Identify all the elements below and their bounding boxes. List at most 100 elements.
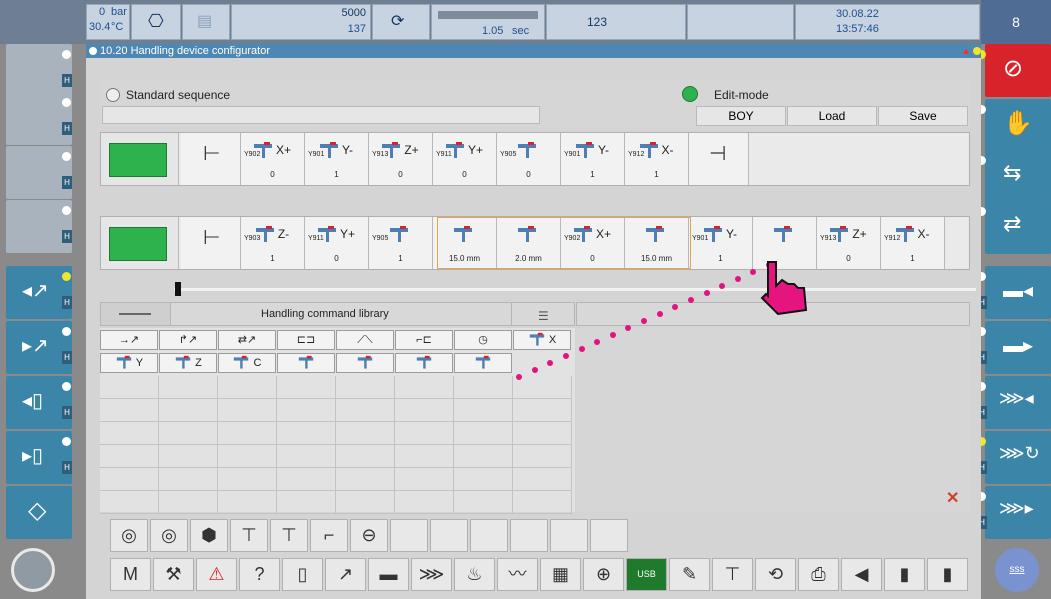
library-command-cell[interactable]: ◷ <box>454 330 512 350</box>
screw-rotate-button[interactable]: H ⋙↻ <box>977 431 1051 484</box>
sequence-step[interactable]: Y+ Y911 0 <box>305 217 369 269</box>
library-command-cell[interactable]: Z <box>159 353 217 373</box>
sequence-scrollbar[interactable] <box>174 288 976 291</box>
sequence-step[interactable]: 15.0 mm <box>433 217 497 269</box>
library-command-cell[interactable] <box>277 353 335 373</box>
sss-button[interactable]: sss <box>995 548 1039 592</box>
sequence-start-cell[interactable]: ⊢ <box>181 133 241 185</box>
sequence-end-cell[interactable]: ⊣ <box>689 133 749 185</box>
usb-button[interactable]: USB <box>626 558 667 591</box>
sequence-step[interactable]: X+ Y902 0 <box>241 133 305 185</box>
library-command-cell[interactable] <box>336 353 394 373</box>
gripper-b-retract-button[interactable]: H <box>6 146 72 199</box>
sequence-step[interactable]: Y+ Y911 0 <box>433 133 497 185</box>
device-a-tile[interactable] <box>101 133 179 185</box>
h-button[interactable]: H <box>62 230 72 243</box>
handling-icon[interactable]: ⊤ <box>712 558 753 591</box>
h-button[interactable]: H <box>62 74 72 87</box>
h-button[interactable]: H <box>62 461 72 474</box>
sequence-step[interactable]: Y- Y901 1 <box>305 133 369 185</box>
gripper-b-extend-button[interactable]: H <box>6 200 72 253</box>
function-toolbar-button[interactable]: ⊖ <box>350 519 388 552</box>
back-icon[interactable]: ◀ <box>841 558 882 591</box>
core-pull-forward-button[interactable]: H ▸▯ <box>6 431 72 484</box>
quality-icon[interactable]: ⊕ <box>583 558 624 591</box>
save-button[interactable]: Save <box>878 106 968 126</box>
semi-auto-button[interactable]: ⇆ <box>977 150 1051 203</box>
library-menu-button[interactable]: ☰ <box>511 303 575 325</box>
graph-icon[interactable]: 〰 <box>497 558 538 591</box>
screw-forward-button[interactable]: H ⋙▸ <box>977 486 1051 539</box>
print-icon[interactable]: ⎙ <box>798 558 839 591</box>
function-toolbar-button[interactable]: ⌐ <box>310 519 348 552</box>
core-icon[interactable]: ▯ <box>282 558 323 591</box>
library-command-cell[interactable]: ⟋⟍ <box>336 330 394 350</box>
nozzle-forward-button[interactable]: H ▬▸ <box>977 321 1051 374</box>
auto-mode-button[interactable]: ⇄ <box>977 201 1051 254</box>
sequence-step[interactable]: X- Y912 1 <box>625 133 689 185</box>
right-page-icon[interactable]: ▮ <box>927 558 968 591</box>
function-toolbar-button[interactable]: ◎ <box>150 519 188 552</box>
function-toolbar-button[interactable] <box>510 519 548 552</box>
function-toolbar-button[interactable]: ⊤ <box>270 519 308 552</box>
sequence-step[interactable]: Y905 0 <box>497 133 561 185</box>
sequence-step[interactable]: Y905 1 <box>369 217 433 269</box>
ejector-icon[interactable]: ↗ <box>325 558 366 591</box>
h-button[interactable]: H <box>62 406 72 419</box>
cycle-icon[interactable]: ⟲ <box>755 558 796 591</box>
function-toolbar-button[interactable]: ◎ <box>110 519 148 552</box>
library-command-cell[interactable]: ⇄↗ <box>218 330 276 350</box>
screw-icon[interactable]: ⋙ <box>411 558 452 591</box>
function-toolbar-button[interactable] <box>590 519 628 552</box>
manual-mode-button[interactable]: ✋ <box>977 99 1051 152</box>
library-collapse-button[interactable] <box>101 303 171 325</box>
machine-menu-button[interactable]: M <box>110 558 151 591</box>
temperature-icon[interactable]: ♨ <box>454 558 495 591</box>
library-command-cell[interactable]: ↱↗ <box>159 330 217 350</box>
sequence-step[interactable]: X+ Y902 0 <box>561 217 625 269</box>
h-button[interactable]: H <box>62 122 72 135</box>
left-page-icon[interactable]: ▮ <box>884 558 925 591</box>
ejector-forward-button[interactable]: H ▸↗ <box>6 321 72 374</box>
function-toolbar-button[interactable] <box>550 519 588 552</box>
sequence-step[interactable]: Z+ Y913 0 <box>817 217 881 269</box>
tool-icon-cell[interactable]: ▤ <box>182 4 230 40</box>
sequence-name-input[interactable] <box>102 106 540 124</box>
h-button[interactable]: H <box>62 176 72 189</box>
help-button[interactable]: ? <box>239 558 280 591</box>
sequence-step[interactable]: Z+ Y913 0 <box>369 133 433 185</box>
core-pull-back-button[interactable]: H ◂▯ <box>6 376 72 429</box>
home-position-button[interactable]: ◇ <box>6 486 72 539</box>
production-icon[interactable]: ▦ <box>540 558 581 591</box>
h-button[interactable]: H <box>62 296 72 309</box>
sequence-start-cell[interactable]: ⊢ <box>181 217 241 269</box>
close-icon[interactable]: ✕ <box>946 488 959 508</box>
screw-back-button[interactable]: H ⋙◂ <box>977 376 1051 429</box>
function-toolbar-button[interactable]: ⊤ <box>230 519 268 552</box>
library-command-cell[interactable]: ⊏⊐ <box>277 330 335 350</box>
nozzle-back-button[interactable]: H ▬◂ <box>977 266 1051 319</box>
boy-button[interactable]: BOY <box>696 106 786 126</box>
library-command-cell[interactable]: X <box>513 330 571 350</box>
edit-icon[interactable]: ✎ <box>669 558 710 591</box>
sequence-step[interactable]: 2.0 mm <box>497 217 561 269</box>
gripper-a-retract-button[interactable]: H <box>6 44 72 97</box>
nozzle-icon[interactable]: ▬ <box>368 558 409 591</box>
alarm-icon[interactable]: ⚠ <box>196 558 237 591</box>
library-command-cell[interactable]: Y <box>100 353 158 373</box>
ejector-back-button[interactable]: H ◂↗ <box>6 266 72 319</box>
gripper-a-extend-button[interactable]: H <box>6 92 72 145</box>
sequence-step[interactable]: 15.0 mm <box>625 217 689 269</box>
device-b-tile[interactable] <box>101 217 179 269</box>
library-command-cell[interactable]: →↗ <box>100 330 158 350</box>
function-toolbar-button[interactable] <box>430 519 468 552</box>
function-toolbar-button[interactable] <box>390 519 428 552</box>
load-button[interactable]: Load <box>787 106 877 126</box>
function-toolbar-button[interactable] <box>470 519 508 552</box>
settings-gear-icon[interactable] <box>11 548 55 592</box>
sequence-step[interactable]: Z- Y903 1 <box>241 217 305 269</box>
library-command-cell[interactable] <box>454 353 512 373</box>
h-button[interactable]: H <box>62 351 72 364</box>
library-command-cell[interactable]: C <box>218 353 276 373</box>
tools-icon[interactable]: ⚒ <box>153 558 194 591</box>
